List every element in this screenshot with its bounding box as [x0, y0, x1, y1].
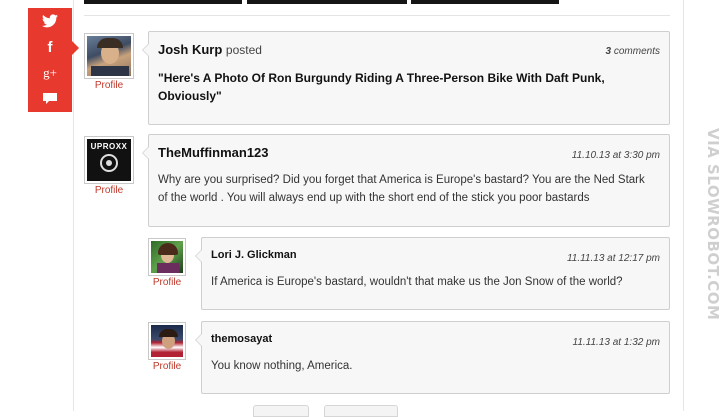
profile-link[interactable]: Profile: [84, 80, 134, 91]
post-author-avatar-block: Profile: [84, 33, 134, 91]
avatar[interactable]: [148, 238, 186, 276]
comment-button[interactable]: [28, 86, 72, 112]
top-tab-3[interactable]: [411, 0, 559, 4]
reply-date[interactable]: 11.11.13 at 1:32 pm: [573, 337, 660, 348]
profile-link[interactable]: Profile: [148, 361, 186, 372]
post-headline[interactable]: "Here's A Photo Of Ron Burgundy Riding A…: [158, 69, 628, 105]
reply-text: You know nothing, America.: [211, 360, 353, 372]
reply-box: Lori J. Glickman 11.11.13 at 12:17 pm If…: [195, 237, 670, 310]
watermark: VIA SLOWROBOT.COM: [704, 128, 722, 321]
top-tab-2[interactable]: [247, 0, 407, 4]
comment-text: Why are you surprised? Did you forget th…: [158, 174, 645, 204]
top-tab-1[interactable]: [84, 0, 242, 4]
comment-date[interactable]: 11.10.13 at 3:30 pm: [572, 150, 660, 161]
google-plus-icon: g+: [43, 65, 57, 80]
facebook-share-button[interactable]: f: [28, 34, 72, 60]
avatar-label: UPROXX: [90, 142, 128, 151]
google-plus-share-button[interactable]: g+: [28, 60, 72, 86]
profile-link[interactable]: Profile: [84, 185, 134, 196]
comments-count-number: 3: [605, 46, 612, 57]
reply-author[interactable]: Lori J. Glickman: [211, 249, 297, 261]
post-verb: posted: [225, 43, 262, 57]
post-author-name[interactable]: Josh Kurp: [158, 42, 222, 57]
post-box: Josh Kurp posted 3 comments "Here's A Ph…: [142, 31, 670, 125]
reply-text: If America is Europe's bastard, wouldn't…: [211, 276, 623, 288]
reply-avatar-block: Profile: [148, 322, 186, 372]
avatar[interactable]: [148, 322, 186, 360]
left-rail: [73, 0, 74, 411]
divider: [84, 15, 670, 16]
reply-author[interactable]: themosayat: [211, 333, 272, 345]
comment-icon: [43, 93, 57, 104]
facebook-icon: f: [47, 38, 53, 56]
profile-link[interactable]: Profile: [148, 277, 186, 288]
reply-avatar-block: Profile: [148, 238, 186, 288]
avatar[interactable]: [84, 33, 134, 79]
twitter-icon: [42, 14, 58, 28]
pagination-button[interactable]: [253, 405, 309, 417]
pagination-button[interactable]: [324, 405, 398, 417]
comment-author[interactable]: TheMuffinman123: [158, 145, 269, 160]
reply-box: themosayat 11.11.13 at 1:32 pm You know …: [195, 321, 670, 394]
social-share-bar: f g+: [28, 8, 79, 112]
twitter-share-button[interactable]: [28, 8, 72, 34]
right-rail: [683, 0, 684, 411]
share-arrow: [72, 41, 79, 55]
reply-date[interactable]: 11.11.13 at 12:17 pm: [567, 253, 660, 264]
comments-count-label: comments: [613, 46, 660, 57]
comment-box: TheMuffinman123 11.10.13 at 3:30 pm Why …: [142, 134, 670, 227]
post-author[interactable]: Josh Kurp posted: [158, 42, 262, 57]
comment-avatar-block: UPROXX Profile: [84, 136, 134, 196]
comments-count[interactable]: 3 comments: [606, 46, 660, 57]
avatar[interactable]: UPROXX: [84, 136, 134, 184]
